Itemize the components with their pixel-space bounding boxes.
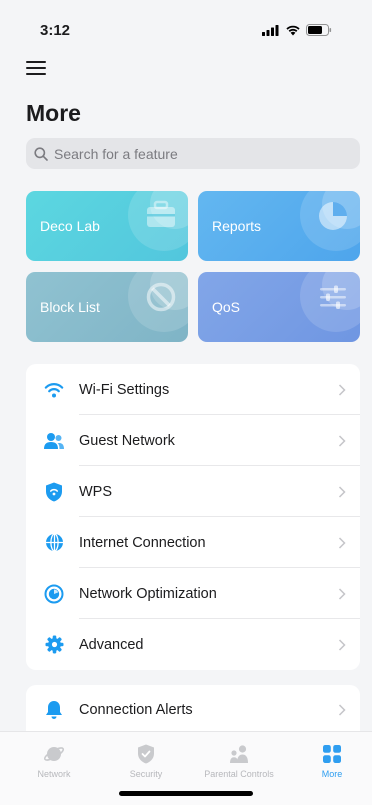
signal-icon [262, 24, 279, 36]
list-item-label: Internet Connection [79, 534, 206, 551]
tile-label: Deco Lab [40, 218, 100, 234]
pie-chart-icon [319, 202, 347, 230]
network-planet-icon [43, 747, 65, 761]
search-input[interactable]: Search for a feature [26, 138, 360, 169]
status-icons [262, 24, 332, 36]
list-item-label: Connection Alerts [79, 702, 193, 718]
search-placeholder: Search for a feature [54, 145, 178, 162]
chevron-right-icon [338, 638, 346, 651]
gear-icon [44, 635, 64, 655]
chevron-right-icon [338, 434, 346, 447]
tab-label: Network [37, 769, 71, 779]
chevron-right-icon [338, 587, 346, 600]
list-item-wps[interactable]: WPS [26, 466, 360, 517]
tile-block-list[interactable]: Block List [26, 272, 188, 342]
tab-more[interactable]: More [287, 742, 372, 779]
menu-button[interactable] [26, 61, 48, 79]
chevron-right-icon [338, 704, 346, 716]
list-item-guest-network[interactable]: Guest Network [26, 415, 360, 466]
tab-label: Parental Controls [204, 769, 274, 779]
block-icon [146, 282, 176, 312]
hamburger-icon [26, 61, 46, 75]
security-shield-icon [138, 744, 154, 764]
wifi-status-icon [286, 25, 300, 36]
tab-parental-controls[interactable]: Parental Controls [194, 742, 284, 779]
tab-bar: Network Security Parental Controls More [0, 731, 372, 805]
tile-label: Reports [212, 218, 262, 234]
status-bar: 3:12 [0, 0, 372, 60]
optimization-icon [44, 584, 64, 604]
list-item-label: Wi-Fi Settings [79, 381, 170, 398]
tab-label: Security [129, 769, 163, 779]
chevron-right-icon [338, 383, 346, 396]
tile-qos[interactable]: QoS [198, 272, 360, 342]
page-title: More [26, 100, 81, 126]
bell-icon [44, 700, 64, 720]
tab-network[interactable]: Network [9, 742, 99, 779]
list-item-connection-alerts[interactable]: Connection Alerts [26, 685, 360, 735]
wps-shield-icon [44, 482, 64, 502]
globe-icon [44, 533, 64, 553]
tile-label: QoS [212, 299, 241, 315]
chevron-right-icon [338, 485, 346, 498]
settings-list: Wi-Fi Settings Guest Network WPS Interne… [26, 364, 360, 670]
parental-controls-icon [230, 745, 248, 763]
list-item-label: Guest Network [79, 432, 175, 449]
list-item-label: Network Optimization [79, 585, 217, 602]
sliders-icon [320, 285, 346, 309]
tile-label: Block List [40, 299, 100, 315]
list-item-wifi-settings[interactable]: Wi-Fi Settings [26, 364, 360, 415]
status-time: 3:12 [40, 21, 71, 39]
guest-icon [44, 431, 64, 451]
chevron-right-icon [338, 536, 346, 549]
more-grid-icon [323, 745, 341, 763]
list-item-network-optimization[interactable]: Network Optimization [26, 568, 360, 619]
home-indicator [119, 791, 253, 796]
tab-security[interactable]: Security [101, 742, 191, 779]
wifi-icon [44, 380, 64, 400]
list-item-internet-connection[interactable]: Internet Connection [26, 517, 360, 568]
tile-reports[interactable]: Reports [198, 191, 360, 261]
tile-deco-lab[interactable]: Deco Lab [26, 191, 188, 261]
list-item-label: WPS [79, 483, 113, 500]
list-item-label: Advanced [79, 636, 144, 653]
tab-label: More [321, 769, 343, 779]
list-item-advanced[interactable]: Advanced [26, 619, 360, 670]
search-icon [34, 146, 48, 161]
battery-icon [306, 24, 332, 36]
briefcase-icon [147, 200, 175, 227]
